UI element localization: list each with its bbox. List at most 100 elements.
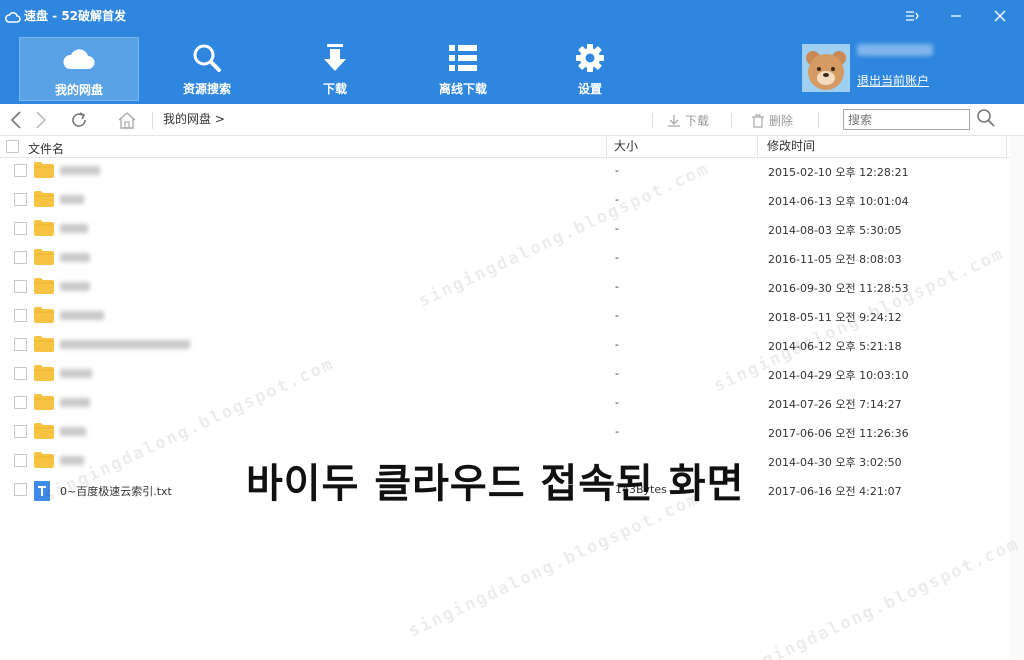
file-row[interactable]: -2014-06-12 오후 5:21:18	[0, 330, 1010, 359]
watermark-text: singingdalong.blogspot.com	[725, 533, 1023, 660]
folder-icon	[34, 307, 54, 326]
nav-label: 我的网盘	[54, 83, 103, 97]
nav-label: 下载	[322, 82, 347, 96]
file-time: 2014-08-03 오후 5:30:05	[768, 224, 902, 237]
row-checkbox[interactable]	[14, 338, 27, 351]
nav-label: 资源搜索	[182, 82, 231, 96]
app-logo-icon	[5, 8, 21, 27]
nav-offline-download[interactable]: 离线下载	[403, 37, 523, 101]
file-list-header: 文件名 大小 修改时间	[0, 136, 1024, 158]
home-icon[interactable]	[117, 111, 137, 129]
file-row[interactable]: - 2014-04-29 오후 10:03:10	[0, 359, 1010, 388]
file-row[interactable]: -2014-06-13 오후 10:01:04	[0, 185, 1010, 214]
download-button[interactable]: 下载	[667, 112, 709, 129]
menu-settings-icon[interactable]	[902, 6, 922, 26]
nav-resource-search[interactable]: 资源搜索	[147, 37, 267, 101]
file-row[interactable]: - 2014-08-03 오후 5:30:05	[0, 214, 1010, 243]
toolbar-divider	[652, 113, 653, 128]
watermark-text: singingdalong.blogspot.com	[405, 488, 703, 642]
file-name[interactable]	[60, 166, 100, 175]
scrollbar-track[interactable]	[1010, 136, 1024, 660]
file-size: -	[615, 338, 619, 351]
file-name[interactable]	[60, 456, 84, 465]
file-row[interactable]: - 2015-02-10 오후 12:28:21	[0, 156, 1010, 185]
search-button-icon[interactable]	[976, 108, 996, 132]
app-title: 速盘 - 52破解首发	[24, 9, 127, 23]
column-time[interactable]: 修改时间	[757, 136, 1007, 158]
row-checkbox[interactable]	[14, 454, 27, 467]
file-size: -	[615, 396, 619, 409]
file-name[interactable]	[60, 340, 190, 349]
row-checkbox[interactable]	[14, 396, 27, 409]
folder-icon	[34, 336, 54, 355]
file-time: 2016-11-05 오전 8:08:03	[768, 253, 902, 266]
column-size[interactable]: 大小	[606, 136, 638, 158]
title-bar: 速盘 - 52破解首发	[0, 0, 1024, 32]
nav-settings[interactable]: 设置	[530, 37, 650, 101]
folder-icon	[34, 191, 54, 210]
username	[857, 44, 933, 56]
folder-icon	[34, 394, 54, 413]
back-icon[interactable]	[10, 111, 22, 129]
overlay-caption: 바이두 클라우드 접속된 화면	[246, 461, 745, 507]
select-all-checkbox[interactable]	[6, 140, 19, 153]
folder-icon	[34, 452, 54, 471]
row-checkbox[interactable]	[14, 193, 27, 206]
toolbar-divider	[731, 113, 732, 128]
row-checkbox[interactable]	[14, 164, 27, 177]
file-size: -	[615, 425, 619, 438]
row-checkbox[interactable]	[14, 222, 27, 235]
row-checkbox[interactable]	[14, 251, 27, 264]
folder-icon	[34, 278, 54, 297]
file-name[interactable]	[60, 195, 84, 204]
logout-link[interactable]: 退出当前账户	[857, 72, 929, 89]
nav-label: 离线下载	[438, 82, 487, 96]
file-time: 2014-04-30 오후 3:02:50	[768, 456, 902, 469]
file-name[interactable]	[60, 282, 90, 291]
app-header: 速盘 - 52破解首发 我的网盘 资源搜索 下载 离线下载 设置 退出当前账户	[0, 0, 1024, 104]
file-name[interactable]	[60, 311, 104, 320]
file-name[interactable]	[60, 369, 92, 378]
delete-button[interactable]: 删除	[751, 112, 793, 129]
search-icon	[147, 43, 267, 73]
folder-icon	[34, 249, 54, 268]
file-name[interactable]	[60, 224, 88, 233]
nav-my-disk[interactable]: 我的网盘	[19, 37, 139, 101]
file-size: -	[615, 164, 619, 177]
nav-label: 设置	[577, 82, 602, 96]
folder-icon	[34, 365, 54, 384]
file-size: -	[615, 251, 619, 264]
nav-download[interactable]: 下载	[275, 37, 395, 101]
file-time: 2015-02-10 오후 12:28:21	[768, 166, 909, 179]
avatar[interactable]	[802, 44, 850, 92]
folder-icon	[34, 162, 54, 181]
download-icon	[275, 43, 395, 73]
toolbar-divider	[818, 113, 819, 128]
file-name[interactable]	[60, 253, 90, 262]
forward-icon[interactable]	[35, 111, 47, 129]
row-checkbox[interactable]	[14, 367, 27, 380]
row-checkbox[interactable]	[14, 483, 27, 496]
breadcrumb[interactable]: 我的网盘 >	[152, 112, 225, 129]
file-time: 2014-07-26 오전 7:14:27	[768, 398, 902, 411]
refresh-icon[interactable]	[70, 111, 88, 129]
file-name[interactable]	[60, 427, 86, 436]
list-icon	[403, 43, 523, 73]
download-label: 下载	[685, 114, 710, 128]
file-row[interactable]: - 2016-09-30 오전 11:28:53	[0, 272, 1010, 301]
row-checkbox[interactable]	[14, 309, 27, 322]
folder-icon	[34, 423, 54, 442]
file-size: -	[615, 222, 619, 235]
file-row[interactable]: - 2014-07-26 오전 7:14:27	[0, 388, 1010, 417]
file-time: 2014-06-13 오후 10:01:04	[768, 195, 909, 208]
column-name[interactable]: 文件名	[28, 140, 64, 157]
row-checkbox[interactable]	[14, 280, 27, 293]
minimize-icon[interactable]	[946, 6, 966, 26]
file-time: 2014-04-29 오후 10:03:10	[768, 369, 909, 382]
file-time: 2016-09-30 오전 11:28:53	[768, 282, 909, 295]
close-icon[interactable]	[990, 6, 1010, 26]
search-input[interactable]	[843, 109, 970, 130]
file-size: -	[615, 280, 619, 293]
file-name[interactable]	[60, 398, 90, 407]
row-checkbox[interactable]	[14, 425, 27, 438]
